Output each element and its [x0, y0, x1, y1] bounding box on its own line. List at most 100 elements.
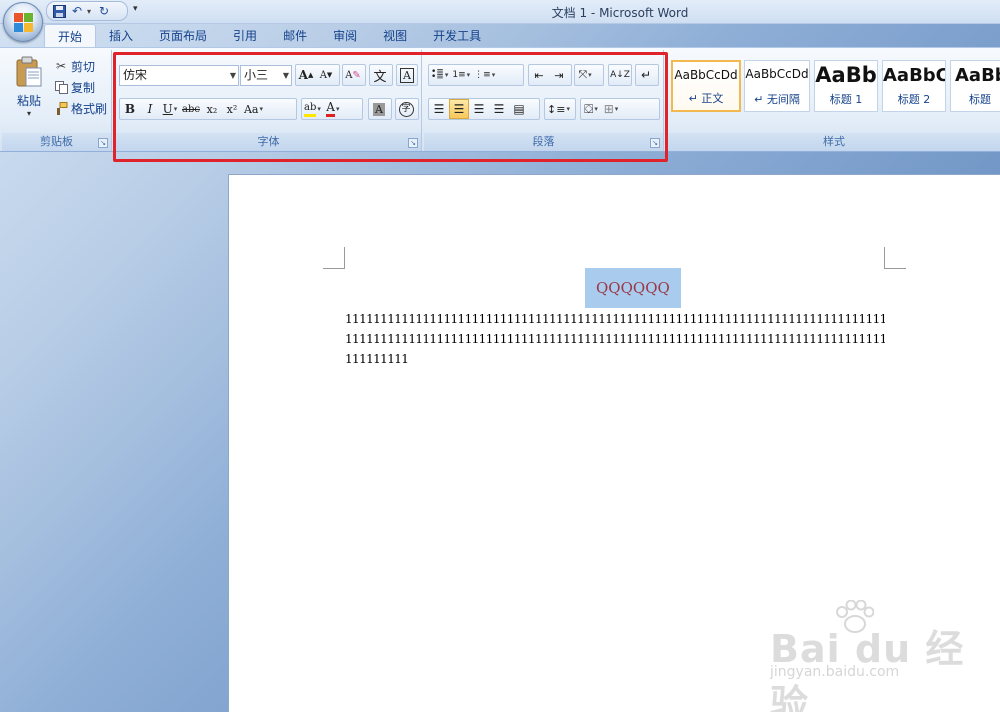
justify-icon: ☰ — [493, 102, 505, 116]
paste-button[interactable]: 粘贴 ▾ — [10, 54, 48, 126]
clipboard-dialog-launcher-icon[interactable]: ↘ — [98, 138, 108, 148]
clear-formatting-button[interactable]: A✎ — [343, 65, 363, 85]
save-icon[interactable] — [51, 3, 67, 19]
cut-button[interactable]: ✂ 剪切 — [54, 56, 95, 76]
sort-button[interactable]: A↓Z — [609, 65, 631, 85]
text-highlight-button[interactable]: ab ▾ — [302, 99, 323, 119]
tab-developer[interactable]: 开发工具 — [420, 24, 494, 48]
font-name-value: 仿宋 — [123, 68, 148, 82]
tab-references[interactable]: 引用 — [220, 24, 270, 48]
align-center-button[interactable]: ☰ — [449, 99, 469, 119]
tab-home[interactable]: 开始 — [44, 24, 97, 48]
justify-button[interactable]: ☰ — [489, 99, 509, 119]
redo-icon[interactable]: ↻ — [96, 3, 112, 19]
selected-heading-text[interactable]: QQQQQQ — [585, 268, 681, 308]
phonetic-guide-button[interactable]: 文 — [370, 65, 390, 85]
style-heading-2[interactable]: AaBbC 标题 2 — [882, 60, 946, 112]
increase-indent-button[interactable]: ⇥ — [549, 65, 569, 85]
font-size-combo[interactable]: 小三 ▼ — [240, 65, 292, 86]
superscript-button[interactable]: x² — [222, 99, 242, 119]
enclose-characters-button[interactable]: 字 — [396, 99, 416, 119]
paragraph-group: •≡ •≡ ▾ 1≡ ▾ ⋮≡ ▾ ⇤ ⇥ ⤧ ▾ A↓Z ↵ ☰ ☰ ☰ ☰ ▤ ↕≡ ▾… — [424, 50, 664, 151]
font-size-buttons: A ▲ A ▼ — [295, 64, 340, 86]
font-name-combo[interactable]: 仿宋 ▼ — [119, 65, 239, 86]
font-dialog-launcher-icon[interactable]: ↘ — [408, 138, 418, 148]
style-title-sample: AaBb — [955, 65, 1000, 86]
alignment-buttons: ☰ ☰ ☰ ☰ ▤ — [428, 98, 540, 120]
align-left-icon: ☰ — [433, 102, 445, 116]
paragraph-group-label: 段落 — [424, 133, 663, 151]
tab-view[interactable]: 视图 — [370, 24, 420, 48]
multilevel-list-button[interactable]: ⋮≡ ▾ — [472, 65, 497, 85]
body-line-3[interactable]: 111111111 — [345, 352, 885, 366]
shrink-font-button[interactable]: A ▼ — [316, 65, 336, 85]
strikethrough-button[interactable]: abc — [180, 99, 202, 119]
tab-review[interactable]: 审阅 — [320, 24, 370, 48]
grow-font-button[interactable]: A ▲ — [296, 65, 316, 85]
bold-button[interactable]: B — [120, 99, 140, 119]
tab-page-layout[interactable]: 页面布局 — [146, 24, 220, 48]
body-line-2[interactable]: 1111111111111111111111111111111111111111… — [345, 332, 885, 346]
borders-icon: ⊞ — [603, 102, 614, 116]
tab-mailings[interactable]: 邮件 — [270, 24, 320, 48]
font-name-dropdown-icon[interactable]: ▼ — [230, 66, 236, 85]
font-color-button[interactable]: A ▾ — [323, 99, 343, 119]
clipboard-group-label: 剪贴板 — [2, 133, 111, 151]
style-normal-sample: AaBbCcDd — [674, 68, 738, 82]
line-spacing-button[interactable]: ↕≡ ▾ — [545, 99, 572, 119]
bullets-icon: •≡ •≡ — [431, 67, 444, 82]
copy-icon — [54, 80, 68, 94]
shading-group: A — [368, 98, 392, 120]
bullets-button[interactable]: •≡ •≡ ▾ — [429, 65, 450, 85]
decrease-indent-button[interactable]: ⇤ — [529, 65, 549, 85]
shading-button[interactable]: ⛋ ▾ — [581, 99, 601, 119]
chinese-layout-icon: ⤧ — [578, 68, 588, 81]
undo-dropdown-icon[interactable]: ▾ — [87, 7, 94, 16]
scissors-icon: ✂ — [55, 59, 67, 73]
char-border-group: A — [396, 64, 418, 86]
style-normal[interactable]: AaBbCcDd ↵ 正文 — [671, 60, 741, 112]
align-right-button[interactable]: ☰ — [469, 99, 489, 119]
tab-insert[interactable]: 插入 — [96, 24, 146, 48]
character-shading-button[interactable]: A — [369, 99, 389, 119]
align-left-button[interactable]: ☰ — [429, 99, 449, 119]
character-border-button[interactable]: A — [397, 65, 417, 85]
borders-button[interactable]: ⊞ ▾ — [601, 99, 621, 119]
align-center-icon: ☰ — [453, 102, 465, 116]
show-marks-button[interactable]: ↵ — [636, 65, 656, 85]
line-spacing-icon: ↕≡ — [547, 102, 566, 116]
show-marks-group: ↵ — [635, 64, 659, 86]
margin-corner-top-left — [323, 247, 345, 269]
copy-label: 复制 — [71, 80, 96, 95]
align-right-icon: ☰ — [473, 102, 485, 116]
italic-button[interactable]: I — [140, 99, 160, 119]
style-heading-1[interactable]: AaBb 标题 1 — [814, 60, 878, 112]
customize-qat-icon[interactable]: ▾ — [133, 4, 138, 14]
style-title[interactable]: AaBb 标题 — [950, 60, 1000, 112]
character-border-icon: A — [400, 67, 414, 83]
copy-button[interactable]: 复制 — [54, 77, 95, 97]
format-painter-button[interactable]: 格式刷 — [54, 98, 107, 118]
underline-button[interactable]: U ▾ — [160, 99, 180, 119]
distributed-button[interactable]: ▤ — [509, 99, 529, 119]
phonetic-group: 文 — [369, 64, 393, 86]
chinese-layout-group: ⤧ ▾ — [574, 64, 604, 86]
enclose-characters-icon: 字 — [398, 101, 414, 117]
change-case-button[interactable]: Aa ▾ — [242, 99, 265, 119]
font-size-dropdown-icon[interactable]: ▼ — [283, 66, 289, 85]
undo-icon[interactable]: ↶ — [69, 3, 85, 19]
subscript-button[interactable]: x₂ — [202, 99, 222, 119]
style-no-spacing[interactable]: AaBbCcDd ↵ 无间隔 — [744, 60, 810, 112]
sort-icon: A↓Z — [610, 70, 630, 80]
numbering-button[interactable]: 1≡ ▾ — [450, 65, 472, 85]
format-painter-icon — [54, 101, 68, 115]
paragraph-dialog-launcher-icon[interactable]: ↘ — [650, 138, 660, 148]
body-line-1[interactable]: 1111111111111111111111111111111111111111… — [345, 312, 885, 326]
multilevel-list-icon: ⋮≡ — [474, 70, 491, 80]
style-heading-2-sample: AaBbC — [883, 65, 946, 86]
paste-dropdown-icon[interactable]: ▾ — [10, 109, 48, 118]
style-no-spacing-name: ↵ 无间隔 — [754, 93, 800, 106]
decrease-indent-icon: ⇤ — [534, 68, 544, 82]
chinese-layout-button[interactable]: ⤧ ▾ — [575, 65, 595, 85]
office-button[interactable] — [3, 2, 43, 42]
